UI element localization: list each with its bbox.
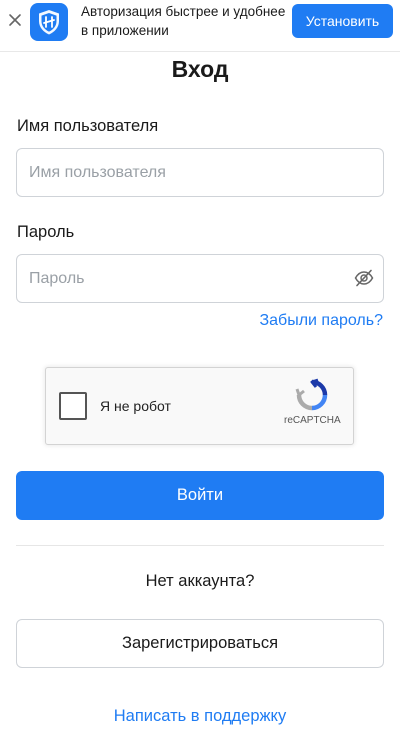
register-button[interactable]: Зарегистрироваться xyxy=(16,619,384,668)
password-label: Пароль xyxy=(17,223,75,241)
password-input[interactable] xyxy=(16,254,384,303)
no-account-text: Нет аккаунта? xyxy=(145,572,255,590)
forgot-password-link[interactable]: Забыли пароль? xyxy=(259,312,383,330)
support-link[interactable]: Написать в поддержку xyxy=(0,707,400,726)
app-install-banner: Авторизация быстрее и удобнее в приложен… xyxy=(0,0,400,52)
recaptcha-logo-icon xyxy=(294,378,330,412)
banner-text: Авторизация быстрее и удобнее в приложен… xyxy=(81,4,286,38)
recaptcha-widget: Я не робот reCAPTCHA xyxy=(45,367,354,445)
login-button[interactable]: Войти xyxy=(16,471,384,520)
page-title: Вход xyxy=(171,56,229,82)
close-icon[interactable] xyxy=(7,12,23,28)
username-label: Имя пользователя xyxy=(17,117,159,135)
shield-app-icon[interactable] xyxy=(30,3,68,41)
divider xyxy=(16,545,384,546)
captcha-checkbox[interactable] xyxy=(59,392,87,420)
username-input[interactable] xyxy=(16,148,384,197)
install-button[interactable]: Установить xyxy=(292,4,393,38)
recaptcha-brand: reCAPTCHA xyxy=(284,415,341,426)
eye-off-icon[interactable] xyxy=(354,269,374,287)
captcha-label: Я не робот xyxy=(100,398,171,414)
